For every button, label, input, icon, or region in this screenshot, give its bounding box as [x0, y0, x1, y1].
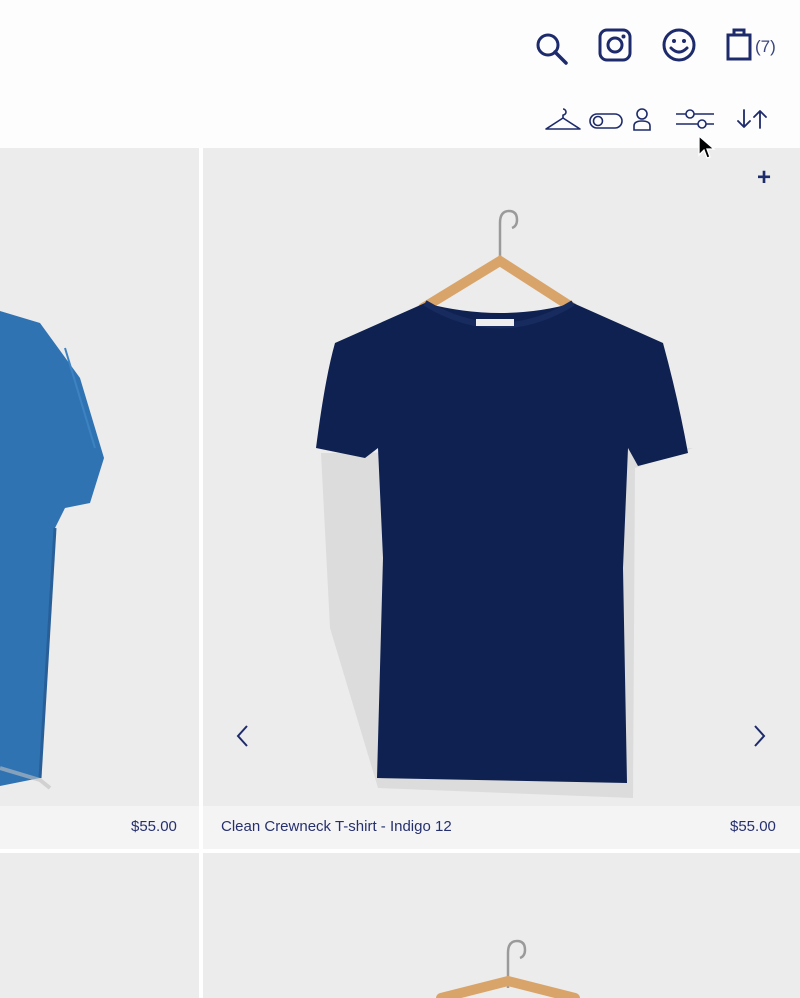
cursor-icon — [698, 135, 716, 161]
product-grid: $55.00 Clean Crewneck T-shirt - Indigo 1… — [0, 148, 800, 998]
product-card[interactable] — [203, 853, 800, 998]
product-card[interactable] — [203, 148, 800, 806]
cart-count[interactable]: (7) — [755, 37, 776, 57]
sort-icon[interactable] — [735, 108, 769, 130]
hanger-icon[interactable] — [544, 107, 582, 131]
smiley-icon[interactable] — [661, 27, 697, 63]
product-price: $55.00 — [131, 818, 177, 835]
product-price: $55.00 — [730, 818, 776, 835]
site-header: (7) — [0, 0, 800, 159]
bag-icon[interactable] — [726, 27, 754, 61]
product-title[interactable]: Clean Crewneck T-shirt - Indigo 12 — [221, 818, 452, 835]
product-image — [0, 311, 104, 790]
person-icon[interactable] — [631, 107, 653, 131]
instagram-icon[interactable] — [598, 28, 632, 62]
product-card[interactable] — [0, 148, 199, 806]
carousel-prev-arrow[interactable] — [233, 721, 253, 751]
product-image — [436, 939, 580, 998]
filter-sliders-icon[interactable] — [674, 107, 716, 131]
product-info: Clean Crewneck T-shirt - Indigo 12 $55.0… — [203, 806, 800, 849]
carousel-next-arrow[interactable] — [749, 721, 769, 751]
product-image — [316, 209, 693, 798]
product-info: $55.00 — [0, 806, 199, 849]
product-card[interactable] — [0, 853, 199, 998]
toggle-icon[interactable] — [589, 112, 623, 130]
search-icon[interactable] — [533, 30, 569, 66]
add-to-cart-plus-icon[interactable]: + — [757, 166, 771, 190]
